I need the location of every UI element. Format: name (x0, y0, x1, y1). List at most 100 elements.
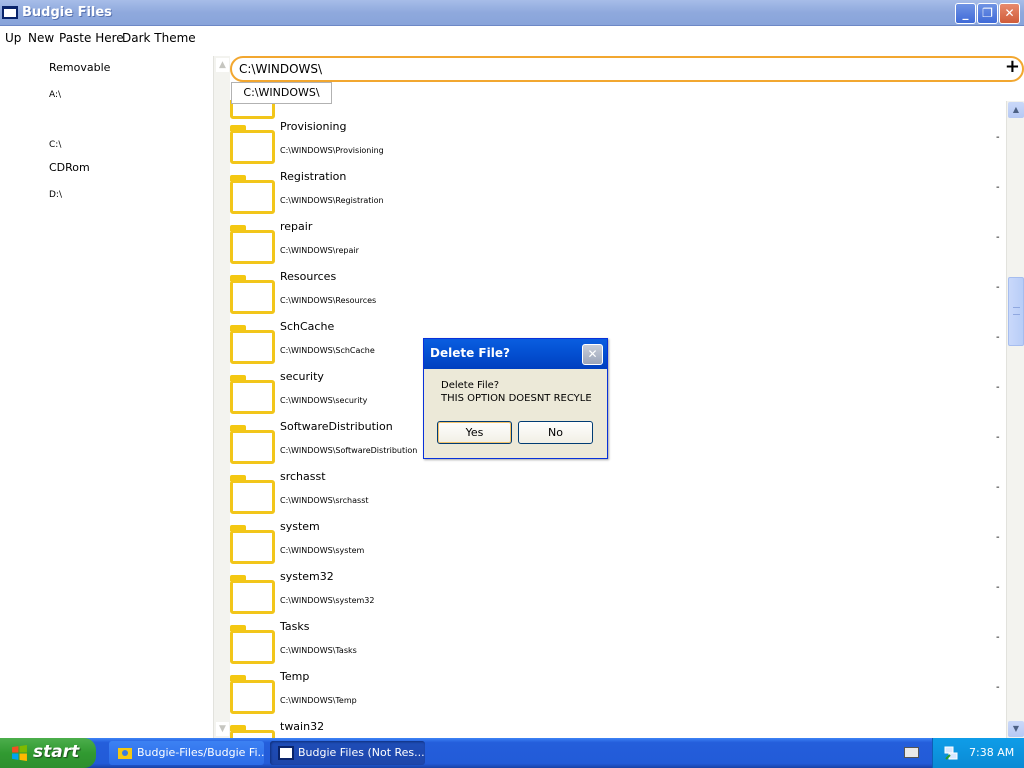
drive-path-a[interactable]: A:\ (49, 90, 61, 100)
list-item[interactable]: system C:\WINDOWS\system - (230, 520, 1006, 570)
file-size: - (996, 382, 1000, 393)
explorer-icon (118, 748, 132, 759)
file-path: C:\WINDOWS\repair (280, 246, 359, 255)
list-item[interactable]: Tasks C:\WINDOWS\Tasks - (230, 620, 1006, 670)
file-name: security (280, 370, 324, 383)
file-size: - (996, 432, 1000, 443)
list-item[interactable]: Provisioning C:\WINDOWS\Provisioning - (230, 120, 1006, 170)
list-item[interactable]: security C:\WINDOWS\security - (230, 370, 1006, 420)
file-name: Resources (280, 270, 337, 283)
list-item[interactable]: Temp C:\WINDOWS\Temp - (230, 670, 1006, 720)
menu-paste-here[interactable]: Paste Here (59, 31, 124, 45)
windows-logo-icon (12, 745, 27, 761)
clock: 7:38 AM (969, 746, 1015, 759)
folder-icon (230, 575, 275, 615)
menu-bar: Up New Paste Here Dark Theme (0, 27, 1024, 49)
dialog-message-line1: Delete File? (441, 380, 500, 391)
file-path: C:\WINDOWS\security (280, 396, 368, 405)
file-name: system (280, 520, 320, 533)
list-item[interactable]: SchCache C:\WINDOWS\SchCache - (230, 320, 1006, 370)
scroll-up-icon[interactable]: ▲ (1008, 102, 1024, 118)
file-path: C:\WINDOWS\system (280, 546, 365, 555)
path-input-value[interactable]: C:\WINDOWS\ (239, 62, 322, 76)
drive-label-cdrom[interactable]: CDRom (49, 161, 90, 174)
list-item[interactable]: Resources C:\WINDOWS\Resources - (230, 270, 1006, 320)
sidebar-scrollbar[interactable]: ▲ ▼ (213, 56, 230, 738)
app-window-icon (2, 6, 18, 19)
yes-button[interactable]: Yes (437, 421, 512, 444)
menu-new[interactable]: New (28, 31, 54, 45)
folder-icon (230, 625, 275, 665)
dialog-message-line2: THIS OPTION DOESNT RECYLE (441, 393, 592, 404)
list-item[interactable]: Registration C:\WINDOWS\Registration - (230, 170, 1006, 220)
dialog-close-icon[interactable]: ✕ (582, 344, 603, 365)
file-path: C:\WINDOWS\Temp (280, 696, 357, 705)
file-size: - (996, 482, 1000, 493)
list-item[interactable]: srchasst C:\WINDOWS\srchasst - (230, 470, 1006, 520)
file-list: Provisioning C:\WINDOWS\Provisioning - R… (230, 100, 1006, 738)
file-path: C:\WINDOWS\SchCache (280, 346, 375, 355)
keyboard-icon[interactable] (904, 747, 919, 758)
file-size: - (996, 132, 1000, 143)
delete-file-dialog: Delete File? ✕ Delete File? THIS OPTION … (423, 338, 608, 459)
list-item[interactable]: SoftwareDistribution C:\WINDOWS\Software… (230, 420, 1006, 470)
taskbar: start Budgie-Files/Budgie Fi... Budgie F… (0, 738, 1024, 768)
drive-path-c[interactable]: C:\ (49, 140, 61, 150)
file-name: twain32 (280, 720, 325, 733)
scrollbar-thumb[interactable] (1008, 277, 1024, 346)
file-name: Temp (280, 670, 310, 683)
file-name: Registration (280, 170, 347, 183)
file-path: C:\WINDOWS\Resources (280, 296, 377, 305)
list-item[interactable]: system32 C:\WINDOWS\system32 - (230, 570, 1006, 620)
file-path: C:\WINDOWS\srchasst (280, 496, 369, 505)
folder-icon (230, 175, 275, 215)
folder-icon (230, 425, 275, 465)
taskbar-item-budgie-files[interactable]: Budgie Files (Not Res... (270, 741, 425, 765)
no-button[interactable]: No (518, 421, 593, 444)
taskbar-item-budgie-files-explorer[interactable]: Budgie-Files/Budgie Fi... (109, 741, 264, 765)
file-path: C:\WINDOWS\system32 (280, 596, 375, 605)
drive-label-removable[interactable]: Removable (49, 61, 110, 74)
file-path: C:\WINDOWS\SoftwareDistribution (280, 446, 418, 455)
file-name: repair (280, 220, 313, 233)
file-size: - (996, 682, 1000, 693)
system-tray: 7:38 AM (932, 738, 1024, 768)
menu-up[interactable]: Up (5, 31, 21, 45)
window-title: Budgie Files (22, 5, 112, 20)
menu-dark-theme[interactable]: Dark Theme (122, 31, 196, 45)
file-size: - (996, 182, 1000, 193)
list-item[interactable]: repair C:\WINDOWS\repair - (230, 220, 1006, 270)
folder-icon (230, 475, 275, 515)
file-name: Provisioning (280, 120, 347, 133)
start-button[interactable]: start (0, 738, 96, 768)
sidebar-scroll-up-icon[interactable]: ▲ (216, 58, 229, 72)
start-label: start (33, 742, 80, 762)
path-input[interactable]: C:\WINDOWS\ + (230, 56, 1024, 82)
folder-icon (230, 125, 275, 165)
file-path: C:\WINDOWS\Tasks (280, 646, 357, 655)
dialog-titlebar: Delete File? ✕ (424, 339, 607, 369)
close-button[interactable]: ✕ (999, 3, 1020, 24)
restore-button[interactable]: ❐ (977, 3, 998, 24)
file-size: - (996, 232, 1000, 243)
file-name: SchCache (280, 320, 335, 333)
drive-path-d[interactable]: D:\ (49, 190, 62, 200)
sidebar-scroll-down-icon[interactable]: ▼ (216, 722, 229, 736)
file-name: system32 (280, 570, 334, 583)
file-name: srchasst (280, 470, 326, 483)
scroll-down-icon[interactable]: ▼ (1008, 721, 1024, 737)
network-icon[interactable] (943, 745, 959, 761)
path-suggestion[interactable]: C:\WINDOWS\ (231, 82, 332, 104)
folder-icon (230, 525, 275, 565)
folder-icon (230, 225, 275, 265)
taskbar-item-label: Budgie Files (Not Res... (298, 746, 425, 759)
file-size: - (996, 632, 1000, 643)
folder-icon (230, 725, 275, 738)
plus-icon[interactable]: + (1005, 56, 1020, 77)
drives-sidebar: Removable A:\ C:\ CDRom D:\ (0, 50, 213, 738)
file-list-scrollbar[interactable]: ▲ ▼ (1006, 101, 1024, 738)
file-size: - (996, 532, 1000, 543)
list-item[interactable]: twain32 (230, 720, 1006, 738)
minimize-button[interactable]: _ (955, 3, 976, 24)
file-path: C:\WINDOWS\Provisioning (280, 146, 384, 155)
